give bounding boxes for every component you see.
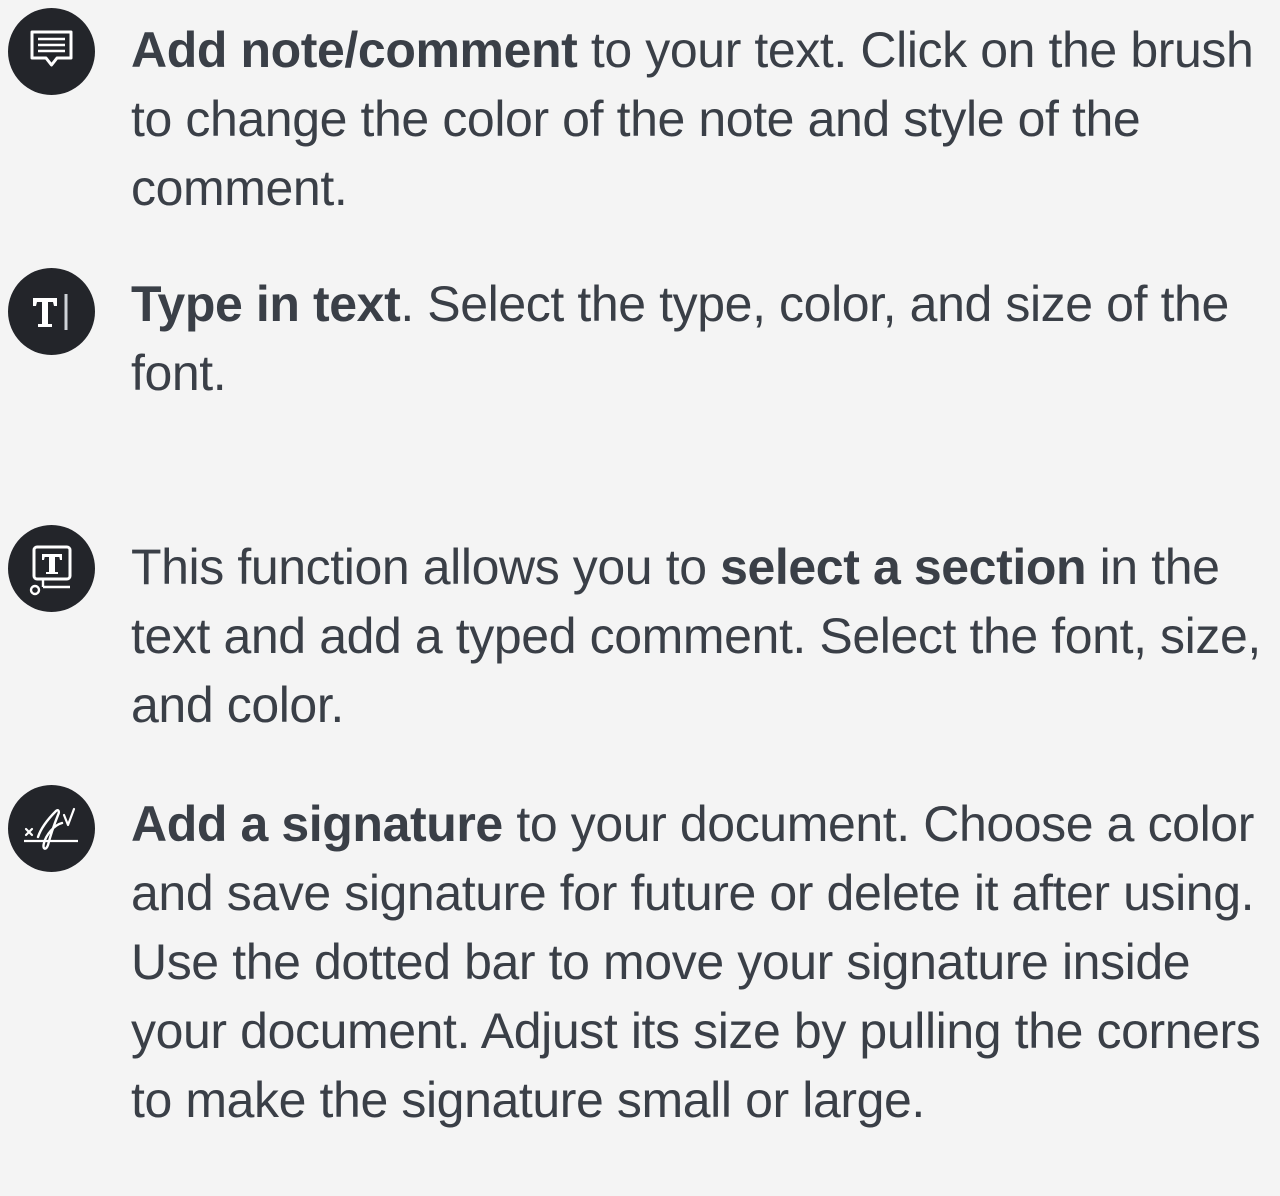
feature-title: Add a signature (131, 796, 503, 852)
feature-item-note: Add note/comment to your text. Click on … (0, 0, 1280, 230)
signature-icon[interactable] (8, 785, 95, 872)
feature-description: This function allows you to select a sec… (131, 539, 1261, 733)
feature-title: Add note/comment (131, 22, 578, 78)
feature-description: Type in text. Select the type, color, an… (131, 276, 1229, 401)
feature-description: Add note/comment to your text. Click on … (131, 22, 1254, 216)
note-comment-icon[interactable] (8, 8, 95, 95)
feature-title: Type in text (131, 276, 401, 332)
feature-item-type-text: Type in text. Select the type, color, an… (0, 260, 1280, 420)
feature-description: Add a signature to your document. Choose… (131, 796, 1261, 1128)
type-text-icon[interactable] (8, 268, 95, 355)
feature-title: select a section (720, 539, 1087, 595)
feature-item-signature: Add a signature to your document. Choose… (0, 780, 1280, 1196)
text-callout-icon[interactable] (8, 525, 95, 612)
feature-item-text-callout: This function allows you to select a sec… (0, 520, 1280, 750)
